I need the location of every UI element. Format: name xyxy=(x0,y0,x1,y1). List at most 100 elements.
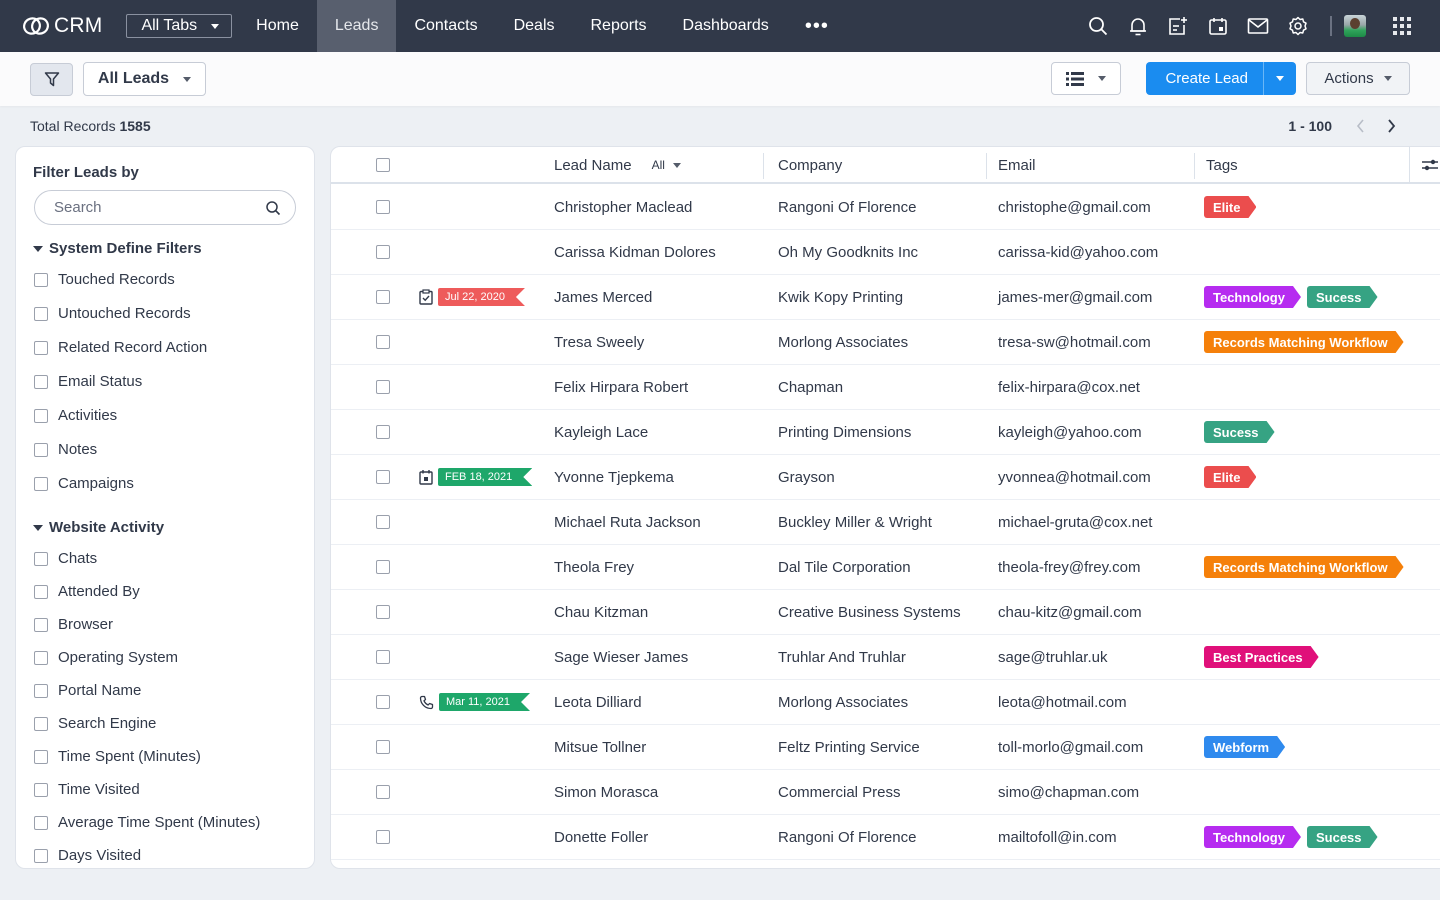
table-row[interactable]: Kayleigh Lace Printing Dimensions kayleigh… xyxy=(331,410,1440,455)
search-icon[interactable] xyxy=(265,200,281,216)
tag-badge[interactable]: Elite xyxy=(1204,466,1256,488)
table-row[interactable]: Mitsue Tollner Feltz Printing Service toll… xyxy=(331,725,1440,770)
filter-option[interactable]: Campaigns xyxy=(34,475,134,492)
lead-name-link[interactable]: James Merced xyxy=(554,275,652,319)
table-row[interactable]: Sage Wieser James Truhlar And Truhlar sage… xyxy=(331,635,1440,680)
row-checkbox[interactable] xyxy=(376,335,390,349)
next-page-button[interactable] xyxy=(1376,111,1406,141)
lead-name-filter-dropdown[interactable]: All xyxy=(652,158,681,172)
filter-checkbox[interactable] xyxy=(34,584,48,599)
filter-checkbox[interactable] xyxy=(34,408,48,423)
row-checkbox[interactable] xyxy=(376,695,390,709)
column-header-lead-name[interactable]: Lead Name All xyxy=(554,147,681,183)
filter-option[interactable]: Untouched Records xyxy=(34,305,191,322)
lead-name-link[interactable]: Mitsue Tollner xyxy=(554,725,646,769)
email-link[interactable]: christophe@gmail.com xyxy=(998,185,1151,229)
nav-tab-dashboards[interactable]: Dashboards xyxy=(665,0,787,52)
filter-checkbox[interactable] xyxy=(34,551,48,566)
email-link[interactable]: mailtofoll@in.com xyxy=(998,815,1117,859)
filter-checkbox[interactable] xyxy=(34,476,48,491)
tag-badge[interactable]: Technology xyxy=(1204,826,1301,848)
filter-checkbox[interactable] xyxy=(34,306,48,321)
tag-badge[interactable]: Elite xyxy=(1204,196,1256,218)
activity-indicator[interactable]: Mar 11, 2021 xyxy=(419,680,530,724)
filter-search-input[interactable] xyxy=(54,199,254,216)
filter-option[interactable]: Email Status xyxy=(34,373,142,390)
lead-name-link[interactable]: Carissa Kidman Dolores xyxy=(554,230,716,274)
row-checkbox[interactable] xyxy=(376,605,390,619)
quick-create-button[interactable] xyxy=(1158,0,1198,52)
filter-option[interactable]: Touched Records xyxy=(34,271,175,288)
nav-tab-contacts[interactable]: Contacts xyxy=(396,0,495,52)
email-link[interactable]: felix-hirpara@cox.net xyxy=(998,365,1140,409)
crm-logo[interactable]: CRM xyxy=(22,14,102,38)
row-checkbox[interactable] xyxy=(376,515,390,529)
email-link[interactable]: theola-frey@frey.com xyxy=(998,545,1141,589)
filter-section-header[interactable]: Website Activity xyxy=(33,519,164,536)
row-checkbox[interactable] xyxy=(376,560,390,574)
filter-checkbox[interactable] xyxy=(34,782,48,797)
table-row[interactable]: Simon Morasca Commercial Press simo@chapma… xyxy=(331,770,1440,815)
nav-tab-deals[interactable]: Deals xyxy=(496,0,573,52)
table-row[interactable]: Jul 22, 2020 James Merced Kwik Kopy Printi… xyxy=(331,275,1440,320)
tag-badge[interactable]: Records Matching Workflow xyxy=(1204,331,1404,353)
filter-option[interactable]: Average Time Spent (Minutes) xyxy=(34,814,260,831)
filter-checkbox[interactable] xyxy=(34,815,48,830)
filter-option[interactable]: Days Visited xyxy=(34,847,141,864)
email-link[interactable]: michael-gruta@cox.net xyxy=(998,500,1152,544)
user-avatar[interactable] xyxy=(1344,15,1366,37)
tag-badge[interactable]: Technology xyxy=(1204,286,1301,308)
filter-option[interactable]: Time Visited xyxy=(34,781,140,798)
filter-option[interactable]: Time Spent (Minutes) xyxy=(34,748,201,765)
column-header-email[interactable]: Email xyxy=(998,147,1036,183)
table-row[interactable]: Mar 11, 2021 Leota Dilliard Morlong Associ… xyxy=(331,680,1440,725)
lead-name-link[interactable]: Kayleigh Lace xyxy=(554,410,648,454)
lead-name-link[interactable]: Michael Ruta Jackson xyxy=(554,500,701,544)
row-checkbox[interactable] xyxy=(376,200,390,214)
table-row[interactable]: Donette Foller Rangoni Of Florence mailtof… xyxy=(331,815,1440,860)
filter-option[interactable]: Related Record Action xyxy=(34,339,207,356)
more-tabs-button[interactable]: ••• xyxy=(787,15,847,38)
email-link[interactable]: carissa-kid@yahoo.com xyxy=(998,230,1158,274)
filter-option[interactable]: Chats xyxy=(34,550,97,567)
nav-tab-reports[interactable]: Reports xyxy=(573,0,665,52)
filter-checkbox[interactable] xyxy=(34,442,48,457)
column-header-company[interactable]: Company xyxy=(778,147,842,183)
filter-checkbox[interactable] xyxy=(34,340,48,355)
nav-tab-home[interactable]: Home xyxy=(238,0,317,52)
tag-badge[interactable]: Records Matching Workflow xyxy=(1204,556,1404,578)
filter-checkbox[interactable] xyxy=(34,617,48,632)
view-mode-dropdown[interactable] xyxy=(1051,62,1122,95)
mail-button[interactable] xyxy=(1238,0,1278,52)
lead-name-link[interactable]: Leota Dilliard xyxy=(554,680,642,724)
email-link[interactable]: kayleigh@yahoo.com xyxy=(998,410,1142,454)
row-checkbox[interactable] xyxy=(376,425,390,439)
lead-name-link[interactable]: Felix Hirpara Robert xyxy=(554,365,688,409)
create-lead-options-button[interactable] xyxy=(1263,62,1296,95)
column-header-tags[interactable]: Tags xyxy=(1206,147,1238,183)
filter-checkbox[interactable] xyxy=(34,374,48,389)
table-row[interactable]: Christopher Maclead Rangoni Of Florence ch… xyxy=(331,185,1440,230)
filter-checkbox[interactable] xyxy=(34,716,48,731)
email-link[interactable]: simo@chapman.com xyxy=(998,770,1139,814)
filter-option[interactable]: Search Engine xyxy=(34,715,156,732)
filter-option[interactable]: Notes xyxy=(34,441,97,458)
row-checkbox[interactable] xyxy=(376,650,390,664)
email-link[interactable]: leota@hotmail.com xyxy=(998,680,1127,724)
create-lead-button[interactable]: Create Lead xyxy=(1146,62,1263,95)
email-link[interactable]: tresa-sw@hotmail.com xyxy=(998,320,1151,364)
tag-badge[interactable]: Sucess xyxy=(1307,826,1378,848)
filter-option[interactable]: Portal Name xyxy=(34,682,141,699)
table-row[interactable]: Theola Frey Dal Tile Corporation theola-fr… xyxy=(331,545,1440,590)
tag-badge[interactable]: Sucess xyxy=(1307,286,1378,308)
filter-checkbox[interactable] xyxy=(34,749,48,764)
row-checkbox[interactable] xyxy=(376,830,390,844)
email-link[interactable]: sage@truhlar.uk xyxy=(998,635,1107,679)
calendar-button[interactable] xyxy=(1198,0,1238,52)
email-link[interactable]: james-mer@gmail.com xyxy=(998,275,1152,319)
filter-checkbox[interactable] xyxy=(34,848,48,863)
toggle-filter-button[interactable] xyxy=(30,62,73,96)
lead-name-link[interactable]: Christopher Maclead xyxy=(554,185,692,229)
email-link[interactable]: yvonnea@hotmail.com xyxy=(998,455,1151,499)
lead-name-link[interactable]: Yvonne Tjepkema xyxy=(554,455,674,499)
